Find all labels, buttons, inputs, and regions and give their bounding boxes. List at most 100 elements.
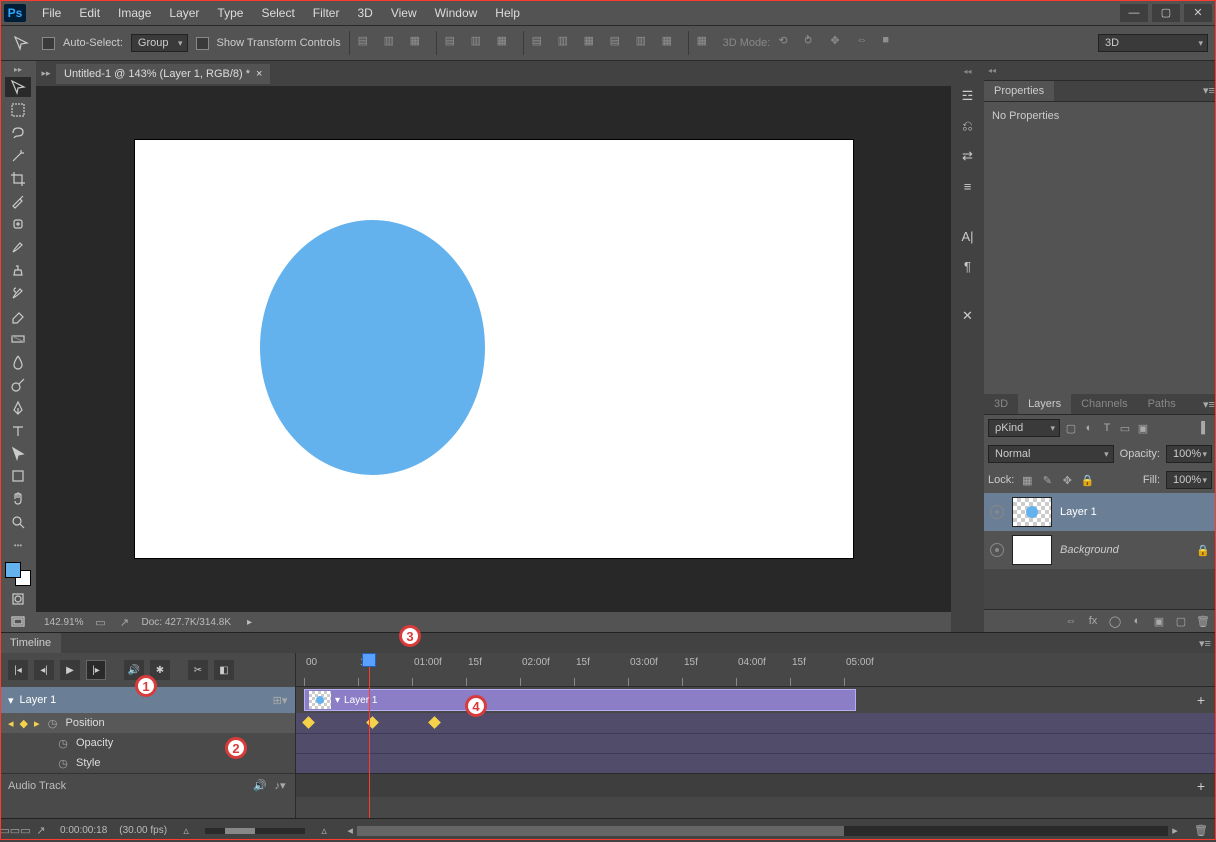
paragraph-icon[interactable]: ¶ xyxy=(958,256,978,276)
panel-collapse-icon[interactable]: ◂◂ xyxy=(984,66,1000,75)
filter-adjust-icon[interactable]: ◐ xyxy=(1082,421,1096,435)
timeline-ruler[interactable]: 00 15f 01:00f 15f 02:00f 15f 03:00f 15f … xyxy=(296,653,1216,687)
keyframe-icon[interactable] xyxy=(428,716,441,729)
timeline-tracks-area[interactable]: 00 15f 01:00f 15f 02:00f 15f 03:00f 15f … xyxy=(296,653,1216,818)
layer-thumbnail[interactable] xyxy=(1012,535,1052,565)
lock-paint-icon[interactable]: ✎ xyxy=(1040,473,1054,487)
brush-tool[interactable] xyxy=(5,237,31,258)
edit-toolbar-icon[interactable]: ••• xyxy=(5,535,31,556)
align-icon[interactable]: ▦ xyxy=(410,34,428,52)
doc-info-arrow-icon[interactable]: ▸ xyxy=(247,617,252,628)
playhead-handle-icon[interactable] xyxy=(362,653,376,667)
filter-smart-icon[interactable]: ▣ xyxy=(1136,421,1150,435)
filter-toggle-icon[interactable]: ▌ xyxy=(1198,421,1212,435)
distribute-icon[interactable]: ▤ xyxy=(532,34,550,52)
distribute-icon[interactable]: ▥ xyxy=(471,34,489,52)
menu-window[interactable]: Window xyxy=(427,2,486,24)
shape-tool[interactable] xyxy=(5,466,31,487)
timeline-prop-style[interactable]: ◷ Style xyxy=(0,753,295,773)
panel-menu-icon[interactable]: ▾≡ xyxy=(1202,397,1216,411)
convert-frames-icon[interactable]: ▭▭▭ xyxy=(8,824,22,838)
distribute-icon[interactable]: ▥ xyxy=(636,34,654,52)
keyframe-track-opacity[interactable] xyxy=(296,733,1216,753)
stopwatch-icon[interactable]: ◷ xyxy=(56,736,70,750)
layer-name[interactable]: Background xyxy=(1060,544,1119,556)
menu-3d[interactable]: 3D xyxy=(349,2,380,24)
swap-icon[interactable]: ⇄ xyxy=(958,146,978,166)
menu-edit[interactable]: Edit xyxy=(71,2,108,24)
3d-scale-icon[interactable]: ■ xyxy=(882,34,900,52)
keyframe-diamond-icon[interactable]: ◆ xyxy=(20,717,28,730)
visibility-toggle-icon[interactable] xyxy=(990,543,1004,557)
menu-filter[interactable]: Filter xyxy=(305,2,348,24)
foreground-color-swatch[interactable] xyxy=(5,562,21,578)
minimize-button[interactable]: — xyxy=(1120,4,1148,22)
workspace-dropdown[interactable]: 3D xyxy=(1098,34,1208,52)
adjustment-layer-icon[interactable]: ◐ xyxy=(1130,614,1144,628)
toolbar-expand-icon[interactable]: ▸▸ xyxy=(11,65,25,75)
color-swatches[interactable] xyxy=(5,562,31,587)
timeline-prop-position[interactable]: ◂ ◆ ▸ ◷ Position xyxy=(0,713,295,733)
distribute-icon[interactable]: ▤ xyxy=(610,34,628,52)
fill-input[interactable]: 100% xyxy=(1166,471,1212,489)
close-button[interactable]: ✕ xyxy=(1184,4,1212,22)
prev-frame-button[interactable]: ◂| xyxy=(34,660,54,680)
status-icon[interactable]: ▭ xyxy=(93,615,107,629)
playhead[interactable] xyxy=(369,653,370,818)
layer-name[interactable]: Layer 1 xyxy=(1060,506,1097,518)
layer-options-icon[interactable]: ⊞▾ xyxy=(273,693,287,707)
group-icon[interactable]: ▣ xyxy=(1152,614,1166,628)
audio-track-lane[interactable]: + xyxy=(296,773,1216,797)
scroll-left-icon[interactable]: ◂ xyxy=(343,824,357,838)
add-audio-button[interactable]: + xyxy=(1192,777,1210,795)
expand-layer-icon[interactable]: ▾ xyxy=(8,694,14,707)
zoom-out-icon[interactable]: ▵ xyxy=(179,824,193,838)
delete-icon[interactable]: 🗑 xyxy=(1194,824,1208,838)
menu-image[interactable]: Image xyxy=(110,2,159,24)
next-keyframe-icon[interactable]: ▸ xyxy=(34,717,40,730)
magic-wand-tool[interactable] xyxy=(5,145,31,166)
lock-all-icon[interactable]: 🔒 xyxy=(1080,473,1094,487)
audio-add-icon[interactable]: ♪▾ xyxy=(273,779,287,793)
auto-select-checkbox[interactable] xyxy=(42,37,55,50)
add-media-button[interactable]: + xyxy=(1192,691,1210,709)
lock-position-icon[interactable]: ✥ xyxy=(1060,473,1074,487)
stopwatch-icon[interactable]: ◷ xyxy=(46,716,60,730)
document-tab[interactable]: Untitled-1 @ 143% (Layer 1, RGB/8) * × xyxy=(56,64,270,84)
stopwatch-icon[interactable]: ◷ xyxy=(56,756,70,770)
dodge-tool[interactable] xyxy=(5,374,31,395)
character-icon[interactable]: A| xyxy=(958,226,978,246)
visibility-toggle-icon[interactable] xyxy=(990,505,1004,519)
screenmode-tool[interactable] xyxy=(5,611,31,632)
distribute-icon[interactable]: ▦ xyxy=(497,34,515,52)
layer-mask-icon[interactable]: ◯ xyxy=(1108,614,1122,628)
align-icon[interactable]: ▥ xyxy=(384,34,402,52)
timeline-tab[interactable]: Timeline xyxy=(0,633,61,653)
hand-tool[interactable] xyxy=(5,489,31,510)
keyframe-track-position[interactable] xyxy=(296,713,1216,733)
path-selection-tool[interactable] xyxy=(5,443,31,464)
lasso-tool[interactable] xyxy=(5,122,31,143)
zoom-value[interactable]: 142.91% xyxy=(44,617,83,628)
play-button[interactable]: ▶ xyxy=(60,660,80,680)
transition-button[interactable]: ◧ xyxy=(214,660,234,680)
layer-fx-icon[interactable]: fx xyxy=(1086,614,1100,628)
distribute-icon[interactable]: ▤ xyxy=(445,34,463,52)
quickmask-tool[interactable] xyxy=(5,588,31,609)
auto-select-dropdown[interactable]: Group xyxy=(131,34,188,52)
zoom-in-icon[interactable]: ▵ xyxy=(317,824,331,838)
close-tab-icon[interactable]: × xyxy=(256,68,262,80)
panel-menu-icon[interactable]: ▾≡ xyxy=(1202,636,1216,650)
paths-tab[interactable]: Paths xyxy=(1138,394,1186,414)
channels-tab[interactable]: Channels xyxy=(1071,394,1137,414)
menu-help[interactable]: Help xyxy=(487,2,528,24)
blend-mode-dropdown[interactable]: Normal xyxy=(988,445,1114,463)
menu-layer[interactable]: Layer xyxy=(161,2,207,24)
distribute-icon[interactable]: ▥ xyxy=(558,34,576,52)
show-transform-checkbox[interactable] xyxy=(196,37,209,50)
keyframe-icon[interactable] xyxy=(302,716,315,729)
keyframe-track-style[interactable] xyxy=(296,753,1216,773)
history-brush-tool[interactable] xyxy=(5,283,31,304)
menu-select[interactable]: Select xyxy=(253,2,302,24)
3d-orbit-icon[interactable]: ⟲ xyxy=(778,34,796,52)
